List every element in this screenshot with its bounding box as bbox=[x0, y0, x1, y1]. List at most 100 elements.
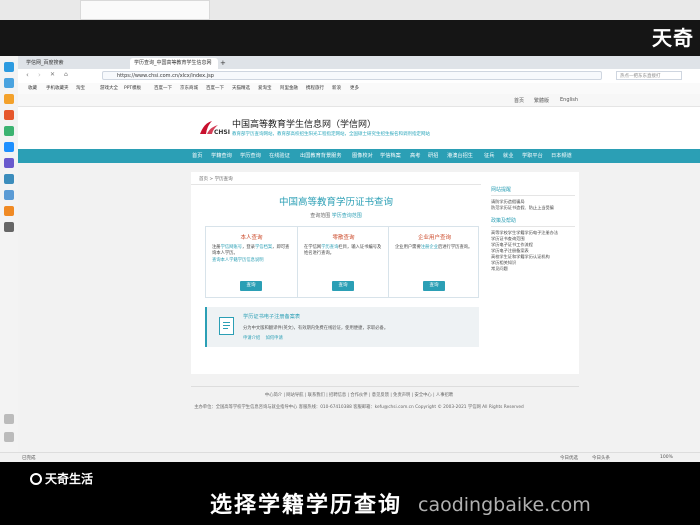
music-icon[interactable] bbox=[4, 206, 14, 216]
personal-query-button[interactable]: 查询 bbox=[240, 281, 262, 291]
nav-yanzhao[interactable]: 研招 bbox=[428, 149, 438, 163]
browser-logo-icon[interactable] bbox=[4, 62, 14, 72]
bookmark-item[interactable]: 收藏 bbox=[28, 85, 37, 91]
topline-english-link[interactable]: English bbox=[560, 97, 578, 103]
bookmark-item[interactable]: PPT模板 bbox=[124, 85, 141, 91]
zoom-level[interactable]: 100% bbox=[660, 455, 673, 460]
query-scope: 查询范围 学历查询范围 bbox=[191, 212, 481, 219]
bookmark-item[interactable]: 百度一下 bbox=[206, 85, 224, 91]
forward-icon[interactable]: › bbox=[38, 71, 41, 79]
logo-text: CHSI bbox=[214, 129, 230, 136]
nav-xueli[interactable]: 学历查询 bbox=[240, 149, 261, 163]
footer-organizer: 主办单位：全国高等学校学生信息咨询与就业指导中心 bbox=[194, 405, 298, 410]
nav-japan[interactable]: 日本频道 bbox=[551, 149, 572, 163]
application-title[interactable]: 学历证书电子注册备案表 bbox=[243, 313, 300, 320]
apply-intro-link[interactable]: 申请介绍 bbox=[243, 336, 260, 341]
weibo-icon[interactable] bbox=[4, 94, 14, 104]
topline-home-link[interactable]: 首页 bbox=[514, 97, 524, 104]
archive-link[interactable]: 学信档案 bbox=[255, 245, 272, 250]
watermark-url: caodingbaike.com bbox=[418, 494, 591, 516]
nav-overseas[interactable]: 出国教育背景服务 bbox=[300, 149, 342, 163]
footer-link[interactable]: 人事招聘 bbox=[436, 393, 453, 398]
card-desc-text: 企业用户需要 bbox=[395, 245, 421, 250]
bookmark-item[interactable]: 携程旅行 bbox=[306, 85, 324, 91]
qq-icon[interactable] bbox=[4, 142, 14, 152]
query-scope-link[interactable]: 学历查询范围 bbox=[332, 213, 362, 219]
watermark-logo: 天奇生活 bbox=[30, 470, 93, 487]
footer-link[interactable]: 意见反馈 bbox=[372, 393, 389, 398]
personal-query-info-link[interactable]: 查询本人学籍学历信息说明 bbox=[212, 258, 264, 263]
query-cards: 本人查询 注册学信网账号，登录学信档案，即可查询本人学历。 查询本人学籍学历信息说… bbox=[205, 226, 479, 298]
wechat-icon[interactable] bbox=[4, 126, 14, 136]
bookmark-item[interactable]: 京东商城 bbox=[180, 85, 198, 91]
bookmark-item[interactable]: 手机收藏夹 bbox=[46, 85, 69, 91]
menu-icon[interactable] bbox=[4, 432, 14, 442]
search-input[interactable]: 热点—把东东直接打 bbox=[616, 71, 682, 80]
favorites-icon[interactable] bbox=[4, 78, 14, 88]
video-icon[interactable] bbox=[4, 190, 14, 200]
nav-home[interactable]: 首页 bbox=[192, 149, 202, 163]
nav-xueji[interactable]: 学籍查询 bbox=[211, 149, 232, 163]
taobao-icon[interactable] bbox=[4, 110, 14, 120]
nav-photo[interactable]: 图像校对 bbox=[352, 149, 373, 163]
footer-link[interactable]: 联系我们 bbox=[308, 393, 325, 398]
breadcrumb[interactable]: 首页 > 学历查询 bbox=[199, 176, 233, 182]
bookmark-item[interactable]: 更多 bbox=[350, 85, 359, 91]
background-desk-paper bbox=[80, 0, 210, 20]
nav-xuezhi[interactable]: 学职平台 bbox=[522, 149, 543, 163]
register-link[interactable]: 学信网账号 bbox=[221, 245, 242, 250]
address-bar[interactable]: https://www.chsi.com.cn/xlcx/index.jsp bbox=[102, 71, 602, 80]
card-desc: 在学信网学历查询栏目，输入证书编号及姓名进行查询。 bbox=[304, 245, 384, 258]
footer-link[interactable]: 安全中心 bbox=[415, 393, 432, 398]
card-title: 零散查询 bbox=[332, 235, 355, 241]
game-icon[interactable] bbox=[4, 158, 14, 168]
footer-link[interactable]: 中心简介 bbox=[265, 393, 282, 398]
bookmark-item[interactable]: 天猫精选 bbox=[232, 85, 250, 91]
bookmark-item[interactable]: 游戏大全 bbox=[100, 85, 118, 91]
tools-icon[interactable] bbox=[4, 222, 14, 232]
watermark-top: 天奇 bbox=[652, 26, 694, 50]
enterprise-query-button[interactable]: 查询 bbox=[423, 281, 445, 291]
divider bbox=[191, 184, 481, 185]
news-icon[interactable] bbox=[4, 174, 14, 184]
application-links: 申请介绍 如何申请 bbox=[243, 335, 283, 341]
card-personal: 本人查询 注册学信网账号，登录学信档案，即可查询本人学历。 查询本人学籍学历信息说… bbox=[206, 227, 297, 297]
topline-traditional-link[interactable]: 繁體版 bbox=[534, 97, 549, 104]
close-loading-icon[interactable]: ✕ bbox=[50, 71, 55, 79]
notice-item[interactable]: 防范学历证书造假、防止上当受骗 bbox=[491, 205, 575, 211]
footer-link[interactable]: 网站导航 bbox=[286, 393, 303, 398]
bookmark-item[interactable]: 新浪 bbox=[332, 85, 341, 91]
tab-chsi[interactable]: 学历查询_中国高等教育学生信息网 bbox=[130, 58, 218, 69]
nav-verify[interactable]: 在线验证 bbox=[269, 149, 290, 163]
tab-baidu[interactable]: 学信网_百度搜索 bbox=[22, 58, 68, 69]
scattered-query-button[interactable]: 查询 bbox=[332, 281, 354, 291]
nav-gaokao[interactable]: 高考 bbox=[410, 149, 420, 163]
home-icon[interactable]: ⌂ bbox=[64, 71, 68, 79]
nav-zhengbing[interactable]: 征兵 bbox=[484, 149, 494, 163]
back-icon[interactable]: ‹ bbox=[26, 71, 29, 79]
bookmark-item[interactable]: 百度一下 bbox=[154, 85, 172, 91]
how-to-apply-link[interactable]: 如何申请 bbox=[266, 336, 283, 341]
status-bar: 已完成 今日优选 今日头条 100% bbox=[0, 452, 700, 462]
nav-gangaotai[interactable]: 港澳台招生 bbox=[447, 149, 473, 163]
status-item[interactable]: 今日头条 bbox=[592, 455, 610, 461]
footer-link[interactable]: 招聘信息 bbox=[329, 393, 346, 398]
nav-archive[interactable]: 学信档案 bbox=[380, 149, 401, 163]
footer-divider bbox=[191, 386, 579, 387]
new-tab-button[interactable]: + bbox=[216, 58, 230, 69]
nav-jiuye[interactable]: 就业 bbox=[503, 149, 513, 163]
add-icon[interactable] bbox=[4, 414, 14, 424]
footer-link[interactable]: 合作伙伴 bbox=[350, 393, 367, 398]
navigation-bar: ‹ › ✕ ⌂ https://www.chsi.com.cn/xlcx/ind… bbox=[18, 69, 700, 84]
status-item[interactable]: 今日优选 bbox=[560, 455, 578, 461]
enterprise-register-link[interactable]: 注册企业 bbox=[421, 245, 438, 250]
help-item[interactable]: 常见问题 bbox=[491, 266, 575, 272]
footer-email: 客服邮箱：kefu@chsi.com.cn bbox=[353, 405, 414, 410]
bookmark-item[interactable]: 阿里金融 bbox=[280, 85, 298, 91]
xueli-query-link[interactable]: 学历查询 bbox=[321, 245, 338, 250]
tab-bar: 学信网_百度搜索 学历查询_中国高等教育学生信息网 + bbox=[18, 56, 700, 69]
bookmark-item[interactable]: 爱淘宝 bbox=[258, 85, 272, 91]
bookmark-item[interactable]: 淘宝 bbox=[76, 85, 85, 91]
footer-link[interactable]: 免责声明 bbox=[393, 393, 410, 398]
tab-label: 学历查询_中国高等教育学生信息网 bbox=[134, 60, 212, 66]
